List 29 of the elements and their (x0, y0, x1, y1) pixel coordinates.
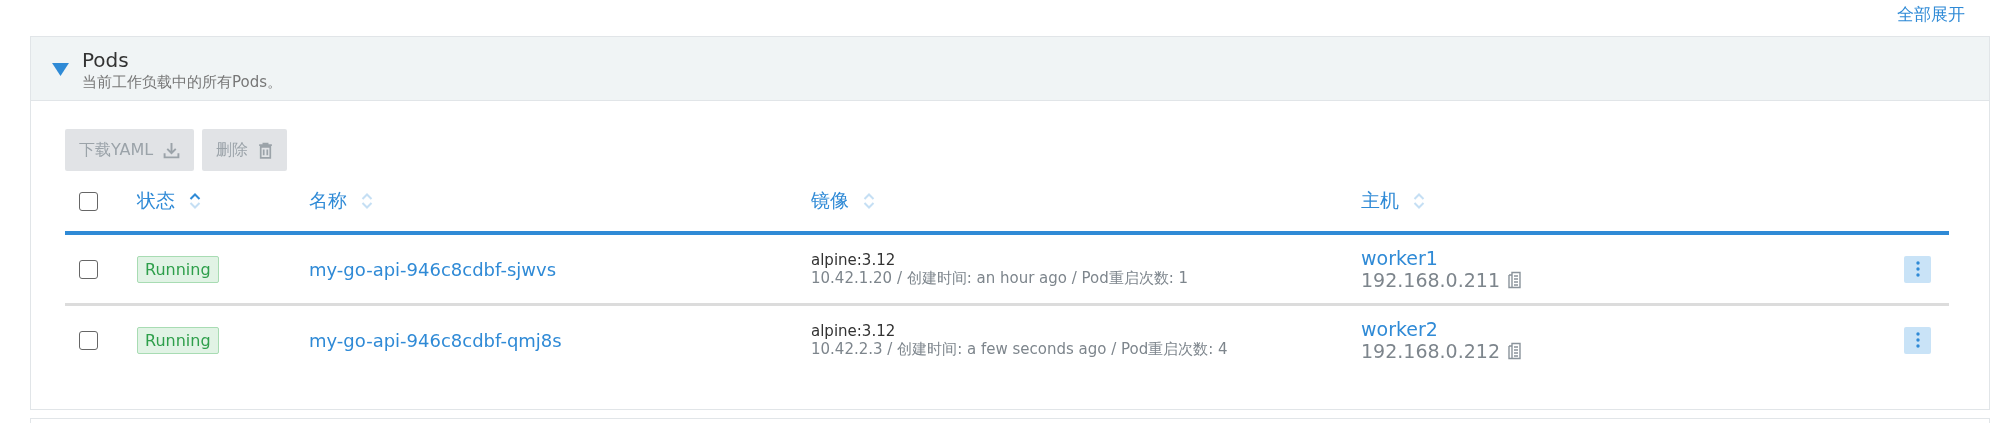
host-ip: 192.168.0.212 (1361, 340, 1500, 362)
pod-details: 10.42.2.3 / 创建时间: a few seconds ago / Pod重启次数: 4 (811, 339, 1229, 359)
panel-title: Pods (82, 46, 130, 73)
image-name: alpine:3.12 (811, 250, 897, 269)
column-header[interactable]: 状态 (137, 188, 201, 214)
expand-all-link[interactable]: 全部展开 (1897, 3, 1965, 26)
more-actions-button[interactable] (1904, 255, 1931, 283)
column-header[interactable]: 名称 (309, 188, 373, 214)
column-header[interactable]: 镜像 (811, 188, 875, 214)
trash-icon (258, 141, 274, 159)
host-link[interactable]: worker2 (1361, 318, 1901, 340)
more-actions-button[interactable] (1904, 326, 1931, 354)
select-all-checkbox[interactable] (79, 191, 98, 211)
kebab-icon (1915, 261, 1920, 277)
panel-subtitle: 当前工作负载中的所有Pods。 (82, 72, 283, 91)
host-link[interactable]: worker1 (1361, 247, 1901, 269)
column-header[interactable]: 主机 (1361, 188, 1425, 214)
pod-name-link[interactable]: my-go-api-946c8cdbf-qmj8s (309, 329, 562, 351)
download-icon (163, 141, 181, 159)
image-name: alpine:3.12 (811, 321, 897, 340)
caret-icon[interactable] (51, 62, 70, 77)
kebab-icon (1915, 332, 1920, 348)
pod-name-link[interactable]: my-go-api-946c8cdbf-sjwvs (309, 258, 557, 280)
row-checkbox[interactable] (79, 259, 98, 279)
host-ip: 192.168.0.211 (1361, 269, 1500, 291)
pod-details: 10.42.1.20 / 创建时间: an hour ago / Pod重启次数: 1 (811, 268, 1190, 288)
status-badge: Running (137, 255, 219, 283)
status-badge: Running (137, 326, 219, 354)
row-checkbox[interactable] (79, 330, 98, 350)
